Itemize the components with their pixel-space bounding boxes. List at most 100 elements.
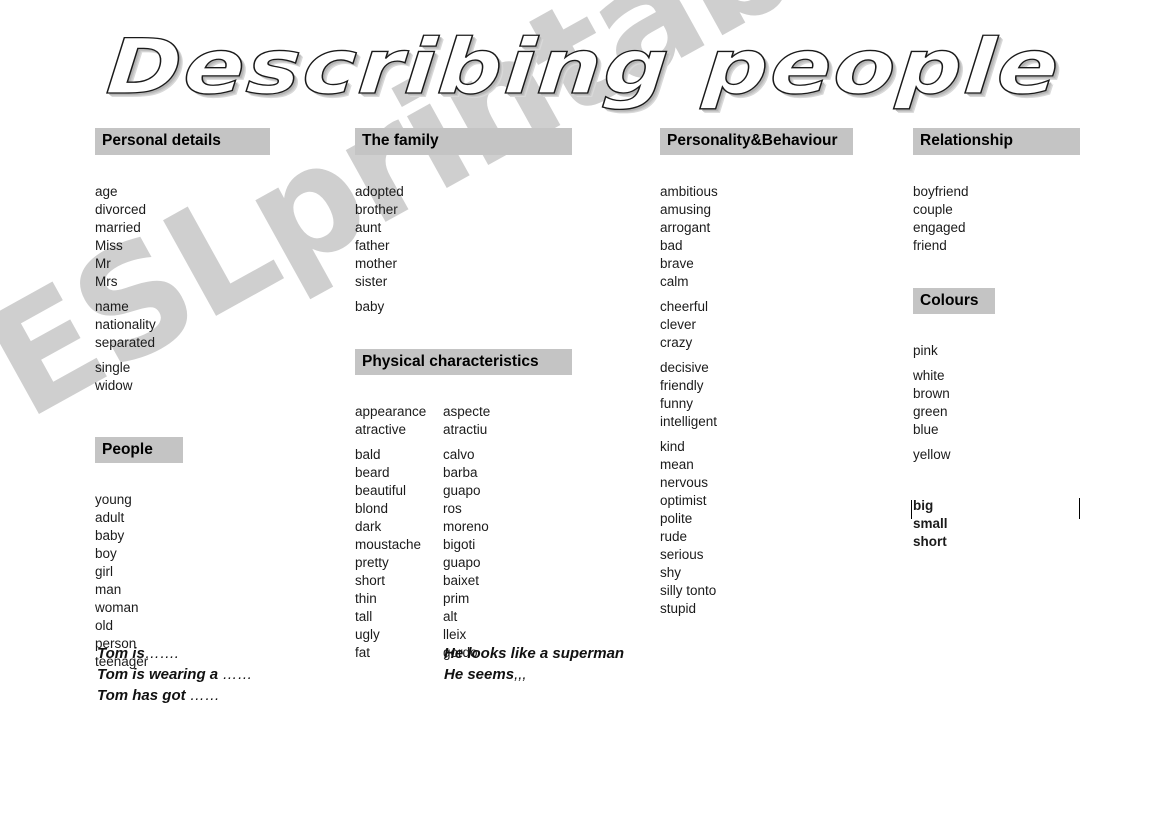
list-item: girl	[95, 564, 114, 579]
list-item: silly tonto	[660, 582, 717, 598]
list-item: single	[95, 359, 131, 375]
heading-colours: Colours	[913, 287, 995, 314]
list-item: friendly	[660, 377, 704, 393]
word-translation: barba	[443, 465, 478, 480]
list-item: brave	[660, 255, 694, 271]
word-en: appearance	[355, 404, 427, 419]
list-item: age	[95, 183, 118, 199]
list-sizes: big small short	[913, 497, 1133, 551]
list-item: couple	[913, 201, 953, 217]
list-item: baby	[95, 528, 125, 543]
prompt-sentences-left: Tom is……. Tom is wearing a …… Tom has go…	[97, 643, 252, 706]
list-item: Mr	[95, 255, 111, 271]
list-item: young	[95, 492, 132, 507]
list-item: pink	[913, 343, 938, 358]
word-en: beard	[355, 465, 390, 480]
word-pair: appearance aspecte	[355, 403, 645, 421]
page-title: Describing people	[0, 21, 1169, 111]
word-en: pretty	[355, 555, 389, 570]
word-translation: atractiu	[443, 422, 488, 437]
prompt-sentence: Tom has got ……	[97, 685, 252, 706]
column-personality: Personality&Behaviour ambitious amusing …	[660, 128, 890, 618]
prompt-text: Tom has got	[97, 687, 190, 704]
list-item: adopted	[355, 183, 404, 199]
word-translation: alt	[443, 609, 458, 624]
word-translation: baixet	[443, 573, 480, 588]
list-item: funny	[660, 395, 694, 411]
worksheet-page: ESLprintables.com Describing people Pers…	[0, 0, 1169, 821]
word-pair: dark moreno	[355, 518, 645, 536]
section-the-family: The family adopted brother aunt father m…	[355, 128, 645, 316]
list-item: small	[913, 516, 948, 531]
prompt-sentences-right: He looks like a superman He seems,,,	[444, 643, 624, 685]
word-translation: aspecte	[443, 404, 491, 419]
list-item: serious	[660, 546, 704, 562]
word-en: beautiful	[355, 483, 407, 498]
word-en: dark	[355, 519, 382, 534]
list-item: white	[913, 368, 945, 383]
word-pair: blond ros	[355, 500, 645, 518]
word-en: ugly	[355, 627, 380, 642]
list-item: divorced	[95, 201, 147, 217]
list-item: rude	[660, 528, 688, 544]
section-sizes: big small short	[913, 497, 1133, 551]
list-colours: pink white brown green blue yellow	[913, 342, 1133, 464]
list-item: cheerful	[660, 298, 709, 314]
list-item: man	[95, 582, 122, 597]
prompt-sentence: He looks like a superman	[444, 643, 624, 664]
list-item: boy	[95, 546, 117, 561]
word-translation: lleix	[443, 627, 467, 642]
word-translation: moreno	[443, 519, 489, 534]
heading-personal-details: Personal details	[95, 128, 270, 155]
column-family-physical: The family adopted brother aunt father m…	[355, 128, 645, 662]
list-item: blue	[913, 422, 939, 437]
prompt-text: He looks like a superman	[444, 645, 625, 662]
list-item: father	[355, 237, 390, 253]
section-personal-details: Personal details age divorced married Mi…	[95, 128, 345, 395]
section-colours: Colours pink white brown green blue yell…	[913, 287, 1133, 465]
list-item: engaged	[913, 219, 966, 235]
word-pair: beautiful guapo	[355, 482, 645, 500]
word-translation: guapo	[443, 483, 481, 498]
word-translation: prim	[443, 591, 470, 606]
word-en: tall	[355, 609, 373, 624]
list-item: Miss	[95, 237, 123, 253]
heading-the-family: The family	[355, 128, 572, 155]
list-item: friend	[913, 237, 947, 253]
list-item: married	[95, 219, 141, 235]
list-item: crazy	[660, 334, 693, 350]
list-item: aunt	[355, 219, 382, 235]
list-item: yellow	[913, 447, 951, 462]
list-item: old	[95, 618, 114, 633]
prompt-sentence: Tom is wearing a ……	[97, 664, 252, 685]
list-the-family: adopted brother aunt father mother siste…	[355, 183, 645, 316]
word-translation: bigoti	[443, 537, 476, 552]
prompt-dots: ……	[222, 666, 253, 683]
heading-relationship: Relationship	[913, 128, 1080, 155]
section-physical-characteristics: Physical characteristics appearance aspe…	[355, 348, 645, 663]
list-item: boyfriend	[913, 183, 969, 199]
list-item: separated	[95, 334, 156, 350]
table-rule-left	[911, 500, 912, 519]
list-item: mother	[355, 255, 398, 271]
list-item: brother	[355, 201, 398, 217]
list-item: arrogant	[660, 219, 711, 235]
list-item: baby	[355, 298, 385, 314]
list-item: widow	[95, 377, 133, 393]
section-relationship: Relationship boyfriend couple engaged fr…	[913, 128, 1133, 255]
list-item: short	[913, 534, 947, 549]
list-item: intelligent	[660, 413, 718, 429]
word-en: thin	[355, 591, 377, 606]
prompt-text: Tom is wearing a	[97, 666, 223, 683]
word-translation: calvo	[443, 447, 475, 462]
list-item: amusing	[660, 201, 712, 217]
list-relationship: boyfriend couple engaged friend	[913, 183, 1133, 255]
list-item: big	[913, 498, 934, 513]
section-people: People young adult baby boy girl man wom…	[95, 436, 345, 672]
prompt-sentence: Tom is…….	[97, 643, 252, 664]
word-translation: ros	[443, 501, 462, 516]
word-en: short	[355, 573, 386, 588]
word-pair: ugly lleix	[355, 626, 645, 644]
list-item: stupid	[660, 600, 697, 616]
word-pair: bald calvo	[355, 446, 645, 464]
